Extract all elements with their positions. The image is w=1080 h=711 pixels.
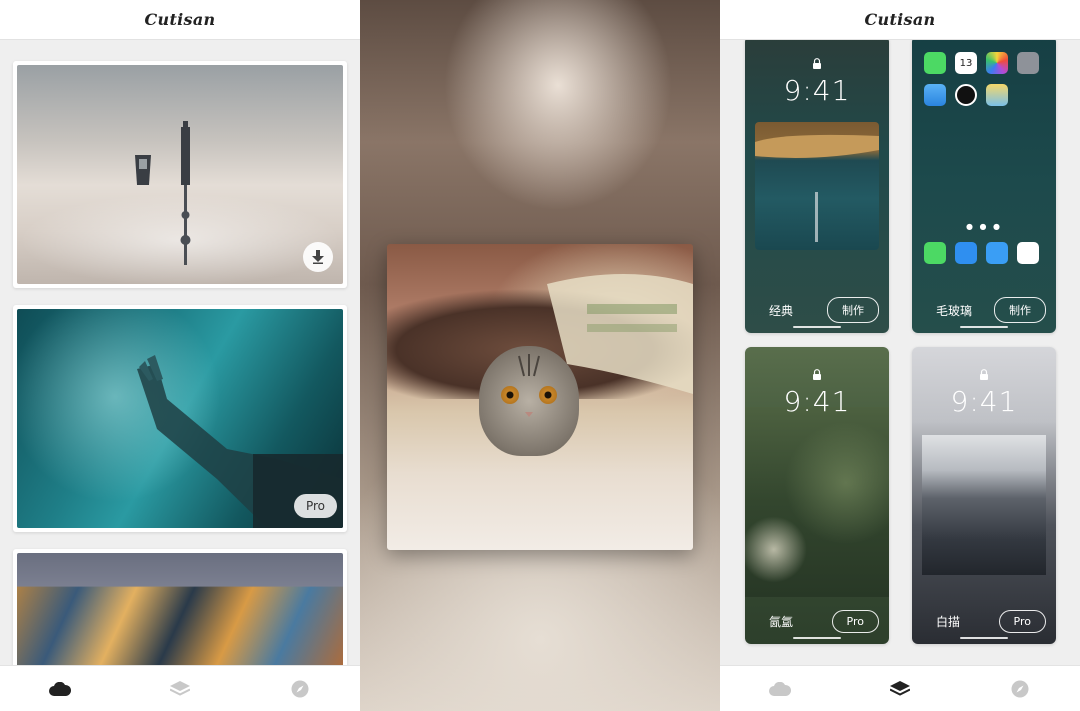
mail-icon <box>986 242 1008 264</box>
weather-icon <box>924 84 946 106</box>
pro-badge-button[interactable]: Pro <box>293 494 337 518</box>
top-bar: Cutisan <box>0 0 360 40</box>
top-bar: Cutisan <box>720 0 1080 40</box>
style-name: 经典 <box>769 303 794 318</box>
pro-button[interactable]: Pro <box>998 609 1046 633</box>
lockscreen-time: 9:41 <box>783 385 851 418</box>
tab-bar <box>0 665 360 711</box>
styles-screen: Cutisan 9:41 经典 制作 13 ● ● ● 毛玻璃 制作 9:41 … <box>720 0 1080 711</box>
music-icon <box>1017 242 1039 264</box>
compass-icon <box>291 680 309 697</box>
wallpaper-image <box>17 65 343 284</box>
phone-icon <box>924 242 946 264</box>
wallpaper-card[interactable]: Pro <box>13 305 347 532</box>
cat-stripes <box>518 354 540 417</box>
make-button[interactable]: 制作 <box>827 297 879 323</box>
style-tile-line-drawing[interactable]: 9:41 白描 Pro <box>912 347 1056 644</box>
download-icon <box>312 250 324 264</box>
photos-icon <box>986 52 1008 74</box>
style-name: 白描 <box>936 614 961 629</box>
style-tile-frosted-glass[interactable]: 13 ● ● ● 毛玻璃 制作 <box>912 36 1056 333</box>
tab-cloud[interactable] <box>760 669 800 709</box>
cat-face <box>479 346 579 456</box>
clock-icon <box>955 84 977 106</box>
compass-icon <box>1011 680 1029 697</box>
dock <box>924 242 1039 264</box>
home-indicator <box>960 637 1008 639</box>
maps-icon <box>986 84 1008 106</box>
home-indicator <box>793 326 841 328</box>
feed-screen: Cutisan Pro <box>0 0 360 711</box>
pro-button[interactable]: Pro <box>831 609 879 633</box>
hand-art <box>137 355 343 528</box>
app-logo: Cutisan <box>864 10 936 29</box>
lock-icon <box>813 369 821 380</box>
messages-icon <box>924 52 946 74</box>
cloud-icon <box>49 681 71 696</box>
camera-icon <box>1017 52 1039 74</box>
wallpaper-thumbnail <box>755 122 879 250</box>
lock-icon <box>980 369 988 380</box>
cat-photo <box>387 244 693 550</box>
home-indicator <box>960 326 1008 328</box>
page-dots: ● ● ● <box>965 222 1003 231</box>
wallpaper-thumbnail <box>922 435 1046 575</box>
lockscreen-time: 9:41 <box>950 385 1018 418</box>
style-name: 毛玻璃 <box>936 303 973 318</box>
tab-layers[interactable] <box>880 669 920 709</box>
tab-compass[interactable] <box>1000 669 1040 709</box>
wallpaper-thumbnail <box>745 407 889 597</box>
layers-icon <box>170 680 190 696</box>
coast-art <box>755 134 879 242</box>
layers-icon <box>890 680 910 696</box>
style-tile-mist[interactable]: 9:41 氤氲 Pro <box>745 347 889 644</box>
preview-screen <box>360 0 720 711</box>
style-tile-classic[interactable]: 9:41 经典 制作 <box>745 36 889 333</box>
lock-icon <box>813 58 821 69</box>
app-icon-grid: 13 <box>924 52 1044 106</box>
skyline-art <box>135 121 191 265</box>
make-button[interactable]: 制作 <box>994 297 1046 323</box>
home-indicator <box>793 637 841 639</box>
wallpaper-card[interactable] <box>13 61 347 288</box>
tab-layers[interactable] <box>160 669 200 709</box>
app-logo: Cutisan <box>144 10 216 29</box>
download-button[interactable] <box>303 242 333 272</box>
wallpaper-image: Pro <box>17 309 343 528</box>
safari-icon <box>955 242 977 264</box>
wallpaper-preview[interactable] <box>387 244 693 550</box>
tab-bar <box>720 665 1080 711</box>
tab-cloud[interactable] <box>40 669 80 709</box>
calendar-icon: 13 <box>955 52 977 74</box>
tab-compass[interactable] <box>280 669 320 709</box>
lockscreen-time: 9:41 <box>783 74 851 107</box>
style-name: 氤氲 <box>769 614 794 629</box>
cloud-icon <box>769 681 791 696</box>
